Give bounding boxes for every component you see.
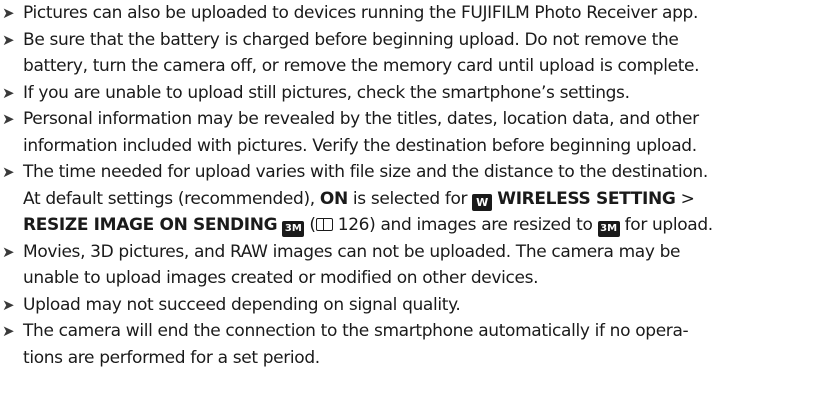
book-icon — [315, 218, 333, 231]
note-text-line: RESIZE IMAGE ON SENDING 3M ( 126) and im… — [23, 212, 825, 239]
note-text-line: Movies, 3D pictures, and RAW images can … — [23, 241, 681, 262]
image-size-3m-icon: 3M — [597, 221, 620, 237]
note-battery: ➤ Be sure that the battery is charged be… — [0, 27, 825, 80]
note-photo-receiver: ➤ Pictures can also be uploaded to devic… — [0, 0, 825, 27]
resized-to-text: and images are resized to — [375, 215, 598, 235]
menu-separator: > — [675, 188, 695, 209]
note-text-line: Be sure that the battery is charged befo… — [23, 29, 679, 50]
note-connection-timeout: ➤ The camera will end the connection to … — [0, 318, 825, 371]
note-personal-information: ➤ Personal information may be revealed b… — [0, 106, 825, 159]
page-ref-open: ( — [304, 215, 316, 235]
image-size-3m-icon: 3M — [282, 221, 305, 237]
note-unsupported-files: ➤ Movies, 3D pictures, and RAW images ca… — [0, 239, 825, 292]
note-text-line: If you are unable to upload still pictur… — [23, 82, 630, 103]
arrow-bullet-icon: ➤ — [2, 322, 15, 340]
note-text-line: information included with pictures. Veri… — [23, 135, 697, 156]
arrow-bullet-icon: ➤ — [2, 30, 15, 49]
wireless-setting-label: WIRELESS SETTING — [497, 188, 676, 209]
note-text-line: tions are performed for a set period. — [23, 347, 320, 368]
note-text-line: Personal information may be revealed by … — [23, 109, 699, 129]
note-text-line: Upload may not succeed depending on sign… — [23, 294, 461, 315]
arrow-bullet-icon: ➤ — [2, 163, 15, 181]
resize-image-label: RESIZE IMAGE ON SENDING — [23, 215, 278, 235]
default-settings-text: At default settings (recommended), — [23, 188, 320, 209]
note-text-line: unable to upload images created or modif… — [23, 268, 539, 288]
note-signal-quality: ➤ Upload may not succeed depending on si… — [0, 292, 825, 319]
note-upload-time: ➤ The time needed for upload varies with… — [0, 159, 825, 239]
arrow-bullet-icon: ➤ — [2, 242, 15, 261]
arrow-bullet-icon: ➤ — [2, 4, 15, 22]
note-smartphone-settings: ➤ If you are unable to upload still pict… — [0, 80, 825, 107]
note-text-line: The camera will end the connection to th… — [23, 321, 689, 341]
wireless-setting-icon: W — [472, 193, 493, 211]
note-text-line: At default settings (recommended), ON is… — [23, 186, 825, 213]
note-text-line: battery, turn the camera off, or remove … — [23, 56, 700, 76]
note-text-line: The time needed for upload varies with f… — [23, 162, 708, 182]
arrow-bullet-icon: ➤ — [2, 83, 15, 102]
selected-for-text: is selected for — [347, 188, 473, 209]
notes-list: ➤ Pictures can also be uploaded to devic… — [0, 0, 825, 371]
note-text-line: Pictures can also be uploaded to devices… — [23, 3, 699, 23]
page-reference: 126 — [332, 215, 370, 235]
on-label: ON — [319, 188, 348, 209]
for-upload-text: for upload. — [619, 215, 714, 235]
arrow-bullet-icon: ➤ — [2, 295, 15, 314]
arrow-bullet-icon: ➤ — [2, 110, 15, 128]
